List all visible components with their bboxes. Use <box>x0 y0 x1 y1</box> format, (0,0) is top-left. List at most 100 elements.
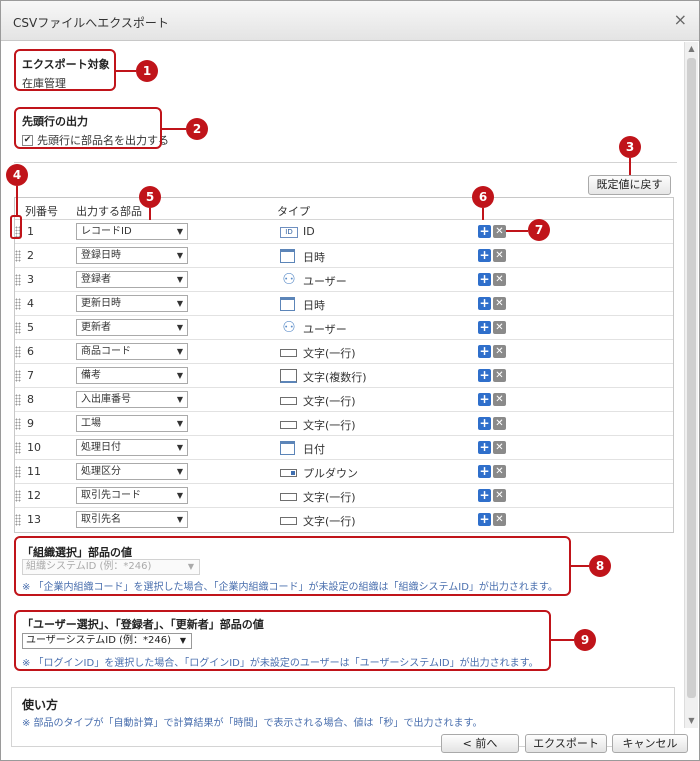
callout-badge-6: 6 <box>472 186 494 208</box>
back-button[interactable]: < 前へ <box>441 734 519 753</box>
table-row: 1 レコードID ▼ ID ID + ✕ <box>15 220 673 244</box>
callout-badge-4: 4 <box>6 164 28 186</box>
column-number: 9 <box>27 417 34 430</box>
field-select-value: 処理日付 <box>81 442 121 453</box>
callout-box-1 <box>14 49 116 91</box>
drag-handle-icon[interactable] <box>15 274 21 286</box>
field-select[interactable]: 更新日時 ▼ <box>76 295 188 312</box>
scroll-down-icon[interactable]: ▼ <box>685 714 698 728</box>
column-number: 5 <box>27 321 34 334</box>
callout-box-8 <box>14 536 571 596</box>
add-row-icon[interactable]: + <box>478 297 491 310</box>
type-label: 文字(一行) <box>303 347 356 360</box>
divider <box>14 162 677 163</box>
text-line-icon <box>280 397 297 405</box>
add-row-icon[interactable]: + <box>478 249 491 262</box>
datetime-icon <box>280 297 295 311</box>
column-number: 11 <box>27 465 41 478</box>
table-row: 12 取引先コード ▼ 文字(一行) + ✕ <box>15 484 673 508</box>
usage-title: 使い方 <box>22 698 59 712</box>
delete-row-icon[interactable]: ✕ <box>493 441 506 454</box>
scroll-thumb[interactable] <box>687 58 696 698</box>
table-row: 10 処理日付 ▼ 日付 + ✕ <box>15 436 673 460</box>
field-select[interactable]: 登録者 ▼ <box>76 271 188 288</box>
field-select[interactable]: 登録日時 ▼ <box>76 247 188 264</box>
scrollbar[interactable]: ▲ ▼ <box>684 42 698 728</box>
add-row-icon[interactable]: + <box>478 273 491 286</box>
cancel-button[interactable]: キャンセル <box>612 734 688 753</box>
delete-row-icon[interactable]: ✕ <box>493 321 506 334</box>
field-select[interactable]: 処理区分 ▼ <box>76 463 188 480</box>
add-row-icon[interactable]: + <box>478 441 491 454</box>
delete-row-icon[interactable]: ✕ <box>493 393 506 406</box>
field-select[interactable]: 取引先名 ▼ <box>76 511 188 528</box>
delete-row-icon[interactable]: ✕ <box>493 249 506 262</box>
chevron-down-icon: ▼ <box>176 443 183 452</box>
export-button[interactable]: エクスポート <box>525 734 607 753</box>
callout-box-2 <box>14 107 162 149</box>
add-row-icon[interactable]: + <box>478 369 491 382</box>
close-icon[interactable]: × <box>674 10 687 29</box>
add-row-icon[interactable]: + <box>478 513 491 526</box>
add-row-icon[interactable]: + <box>478 417 491 430</box>
field-select[interactable]: 工場 ▼ <box>76 415 188 432</box>
field-select[interactable]: 更新者 ▼ <box>76 319 188 336</box>
callout-badge-1: 1 <box>136 60 158 82</box>
scroll-up-icon[interactable]: ▲ <box>685 42 698 56</box>
drag-handle-icon[interactable] <box>15 298 21 310</box>
table-row: 5 更新者 ▼ ⚇ ユーザー + ✕ <box>15 316 673 340</box>
callout-line-3 <box>629 158 631 175</box>
column-number: 6 <box>27 345 34 358</box>
delete-row-icon[interactable]: ✕ <box>493 489 506 502</box>
field-select[interactable]: 入出庫番号 ▼ <box>76 391 188 408</box>
delete-row-icon[interactable]: ✕ <box>493 513 506 526</box>
delete-row-icon[interactable]: ✕ <box>493 273 506 286</box>
delete-row-icon[interactable]: ✕ <box>493 417 506 430</box>
add-row-icon[interactable]: + <box>478 393 491 406</box>
dialog-title: CSVファイルへエクスポート <box>13 16 169 30</box>
field-select-value: 商品コード <box>81 346 131 357</box>
drag-handle-icon[interactable] <box>15 490 21 502</box>
drag-handle-icon[interactable] <box>15 418 21 430</box>
delete-row-icon[interactable]: ✕ <box>493 465 506 478</box>
table-body: 1 レコードID ▼ ID ID + ✕ 2 登録日時 ▼ 日時 + ✕ 3 登録者 ▼ ⚇ ユーザー + ✕ 4 更新日… <box>15 220 673 532</box>
add-row-icon[interactable]: + <box>478 321 491 334</box>
drag-handle-icon[interactable] <box>15 466 21 478</box>
chevron-down-icon: ▼ <box>176 299 183 308</box>
type-label: ID <box>303 225 315 238</box>
drag-handle-icon[interactable] <box>15 442 21 454</box>
field-select[interactable]: 商品コード ▼ <box>76 343 188 360</box>
column-number: 10 <box>27 441 41 454</box>
type-label: ユーザー <box>303 275 347 288</box>
user-icon: ⚇ <box>282 270 296 288</box>
delete-row-icon[interactable]: ✕ <box>493 225 506 238</box>
column-table: 列番号 出力する部品 タイプ 1 レコードID ▼ ID ID + ✕ 2 登録日時 ▼ 日時 + ✕ 3… <box>14 197 674 533</box>
drag-handle-icon[interactable] <box>15 514 21 526</box>
table-row: 9 工場 ▼ 文字(一行) + ✕ <box>15 412 673 436</box>
drag-handle-icon[interactable] <box>15 250 21 262</box>
delete-row-icon[interactable]: ✕ <box>493 297 506 310</box>
callout-badge-9: 9 <box>574 629 596 651</box>
drag-handle-icon[interactable] <box>15 394 21 406</box>
field-select[interactable]: 取引先コード ▼ <box>76 487 188 504</box>
add-row-icon[interactable]: + <box>478 489 491 502</box>
drag-handle-icon[interactable] <box>15 346 21 358</box>
delete-row-icon[interactable]: ✕ <box>493 345 506 358</box>
add-row-icon[interactable]: + <box>478 225 491 238</box>
callout-badge-8: 8 <box>589 555 611 577</box>
field-select[interactable]: 備考 ▼ <box>76 367 188 384</box>
field-select[interactable]: 処理日付 ▼ <box>76 439 188 456</box>
field-select[interactable]: レコードID ▼ <box>76 223 188 240</box>
add-row-icon[interactable]: + <box>478 465 491 478</box>
reset-defaults-button[interactable]: 既定値に戻す <box>588 175 671 195</box>
drag-handle-icon[interactable] <box>15 370 21 382</box>
delete-row-icon[interactable]: ✕ <box>493 369 506 382</box>
type-label: 文字(一行) <box>303 419 356 432</box>
drag-handle-icon[interactable] <box>15 322 21 334</box>
callout-line-9 <box>551 639 574 641</box>
type-label: 文字(一行) <box>303 491 356 504</box>
callout-line-7 <box>506 230 528 232</box>
type-label: 文字(複数行) <box>303 371 367 384</box>
add-row-icon[interactable]: + <box>478 345 491 358</box>
chevron-down-icon: ▼ <box>176 491 183 500</box>
